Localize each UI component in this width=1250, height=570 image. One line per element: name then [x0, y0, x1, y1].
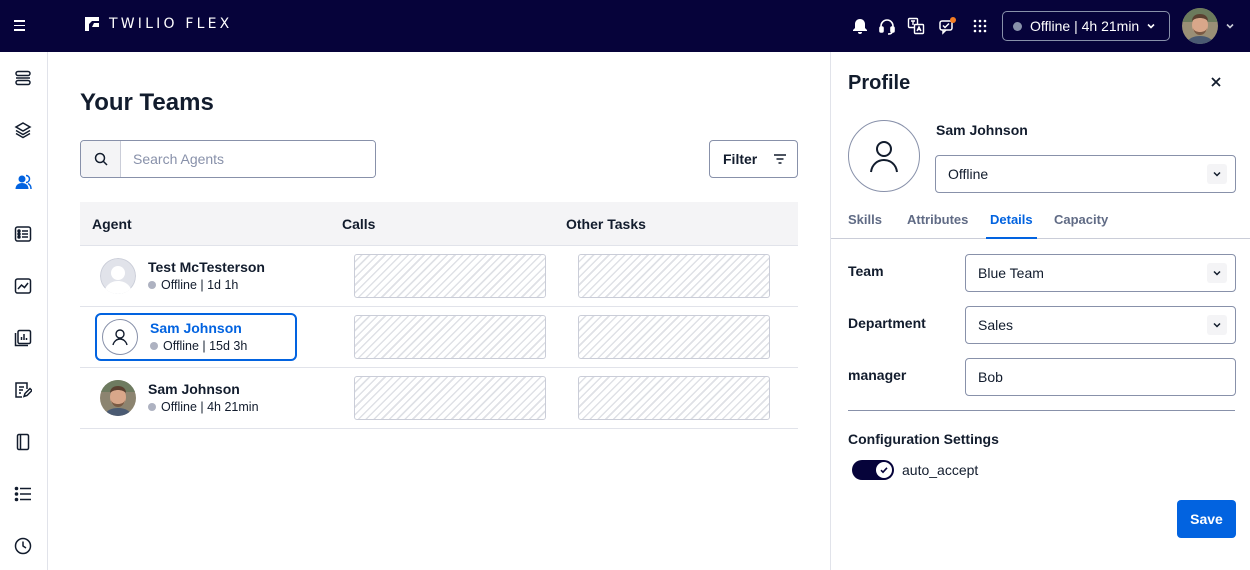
tab-attributes[interactable]: Attributes	[907, 212, 968, 239]
teams-icon[interactable]	[12, 171, 34, 193]
avatar	[100, 258, 136, 294]
insights-icon[interactable]	[12, 275, 34, 297]
list-icon[interactable]	[12, 483, 34, 505]
status-dot	[150, 342, 158, 350]
translate-icon[interactable]	[906, 16, 926, 36]
history-icon[interactable]	[12, 535, 34, 557]
user-icon	[102, 319, 138, 355]
chevron-down-icon	[1207, 315, 1227, 335]
panel-title: Profile	[848, 72, 911, 94]
save-button[interactable]: Save	[1177, 500, 1236, 538]
other-tasks-cell-empty	[578, 254, 770, 298]
status-indicator	[1013, 21, 1022, 31]
review-icon[interactable]	[12, 379, 34, 401]
department-select[interactable]: Sales	[965, 306, 1236, 344]
brand-name: TWILIO FLEX	[109, 16, 233, 32]
chevron-down-icon	[1207, 164, 1227, 184]
chevron-down-icon	[1207, 263, 1227, 283]
profile-tabs: Skills Attributes Details Capacity	[831, 210, 1250, 239]
table-row[interactable]: Test McTesterson Offline | 1d 1h	[80, 246, 798, 307]
team-label: Team	[848, 263, 884, 279]
table-header: Agent Calls Other Tasks	[80, 202, 798, 246]
tab-capacity[interactable]: Capacity	[1054, 212, 1108, 239]
tab-skills[interactable]: Skills	[848, 212, 882, 239]
column-header-other-tasks: Other Tasks	[566, 215, 646, 232]
avatar	[100, 380, 136, 416]
menu-icon[interactable]	[14, 17, 30, 35]
agent-name: Sam Johnson	[150, 320, 242, 336]
agent-status: Offline | 1d 1h	[148, 276, 265, 294]
reports-icon[interactable]	[12, 327, 34, 349]
agent-cell[interactable]: Sam Johnson Offline | 4h 21min	[100, 380, 259, 416]
top-bar: TWILIO FLEX Offline | 4h 21min	[0, 0, 1250, 52]
tasks-icon[interactable]	[12, 223, 34, 245]
manager-field-value: Bob	[978, 369, 1003, 385]
headset-icon[interactable]	[877, 16, 897, 36]
check-icon	[876, 462, 892, 478]
chevron-down-icon[interactable]	[1220, 16, 1240, 36]
calls-cell-empty	[354, 254, 546, 298]
filter-label: Filter	[723, 151, 758, 167]
chevron-down-icon	[1147, 23, 1155, 29]
department-label: Department	[848, 315, 926, 331]
profile-name: Sam Johnson	[936, 122, 1028, 138]
agent-status-text: Offline | 1d 1h	[161, 278, 239, 292]
agents-table: Agent Calls Other Tasks Test McTesterson…	[80, 202, 798, 429]
agent-cell-selected[interactable]: Sam Johnson Offline | 15d 3h	[95, 313, 297, 361]
agent-status-text: Offline | 4h 21min	[1030, 18, 1140, 34]
calls-cell-empty	[354, 315, 546, 359]
flex-logo-icon	[85, 17, 99, 31]
status-select[interactable]: Offline	[935, 155, 1236, 193]
auto-accept-label: auto_accept	[902, 462, 979, 478]
auto-accept-toggle[interactable]	[852, 460, 894, 480]
apps-grid-icon[interactable]	[970, 16, 990, 36]
status-dot	[148, 281, 156, 289]
notification-icon[interactable]	[937, 16, 957, 36]
agent-name: Sam Johnson	[148, 381, 240, 397]
profile-avatar	[848, 120, 920, 192]
brand-logo: TWILIO FLEX	[84, 16, 232, 32]
main-content: Your Teams Filter Agent Calls Other Task…	[48, 52, 830, 570]
manager-label: manager	[848, 367, 907, 383]
search-icon	[81, 141, 121, 177]
filter-button[interactable]: Filter	[709, 140, 798, 178]
queues-icon[interactable]	[12, 67, 34, 89]
agent-name: Test McTesterson	[148, 259, 265, 275]
agent-status-dropdown[interactable]: Offline | 4h 21min	[1002, 11, 1170, 41]
agent-status: Offline | 15d 3h	[150, 337, 247, 355]
user-avatar[interactable]	[1182, 8, 1218, 44]
other-tasks-cell-empty	[578, 315, 770, 359]
status-select-value: Offline	[948, 166, 989, 182]
close-icon[interactable]	[1208, 74, 1224, 90]
profile-panel: Profile Sam Johnson Offline Skills Attri…	[830, 52, 1250, 570]
divider	[848, 410, 1235, 411]
config-settings-title: Configuration Settings	[848, 431, 999, 447]
table-row[interactable]: Sam Johnson Offline | 15d 3h	[80, 307, 798, 368]
tab-details[interactable]: Details	[986, 212, 1037, 239]
agent-status: Offline | 4h 21min	[148, 398, 259, 416]
table-row[interactable]: Sam Johnson Offline | 4h 21min	[80, 368, 798, 429]
left-nav	[0, 52, 48, 570]
user-icon	[870, 141, 898, 173]
agent-status-text: Offline | 4h 21min	[161, 400, 259, 414]
agent-cell[interactable]: Test McTesterson Offline | 1d 1h	[100, 258, 265, 294]
status-dot	[148, 403, 156, 411]
filter-icon	[774, 154, 787, 164]
column-header-calls: Calls	[342, 215, 376, 232]
bell-icon[interactable]	[850, 16, 870, 36]
search-box[interactable]	[80, 140, 376, 178]
agent-status-text: Offline | 15d 3h	[163, 339, 248, 353]
manager-field[interactable]: Bob	[965, 358, 1236, 396]
calls-cell-empty	[354, 376, 546, 420]
column-header-agent: Agent	[92, 215, 132, 232]
other-tasks-cell-empty	[578, 376, 770, 420]
team-select-value: Blue Team	[978, 265, 1044, 281]
search-input[interactable]	[121, 141, 375, 177]
layers-icon[interactable]	[12, 119, 34, 141]
page-title: Your Teams	[80, 89, 214, 116]
team-select[interactable]: Blue Team	[965, 254, 1236, 292]
department-select-value: Sales	[978, 317, 1014, 333]
notebook-icon[interactable]	[12, 431, 34, 453]
